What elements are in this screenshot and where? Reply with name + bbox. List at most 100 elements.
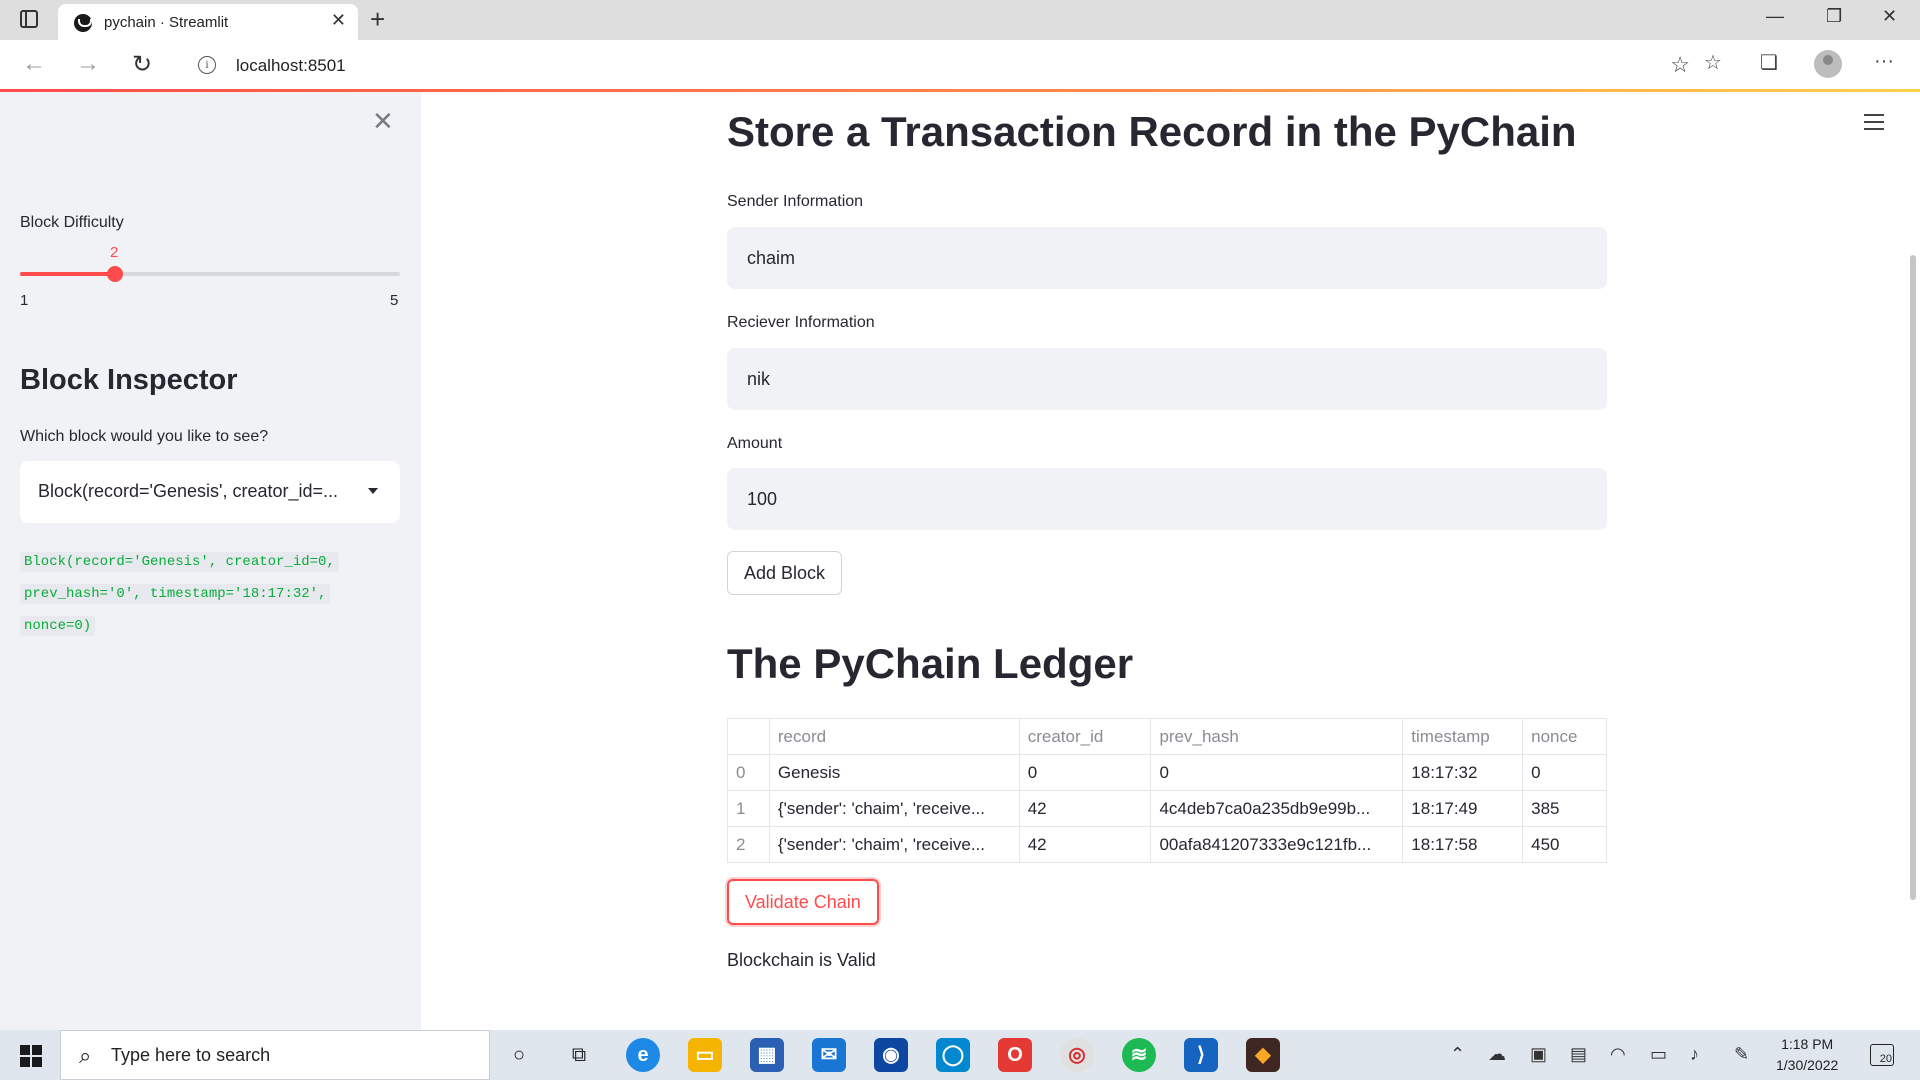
column-header[interactable]: record: [768, 718, 1020, 755]
battery-icon[interactable]: ▭: [1650, 1044, 1667, 1065]
column-header[interactable]: timestamp: [1402, 718, 1524, 755]
block-select[interactable]: Block(record='Genesis', creator_id=...: [20, 461, 400, 523]
block-select-value: Block(record='Genesis', creator_id=...: [38, 481, 339, 501]
cell-record[interactable]: {'sender': 'chaim', 'receive...: [768, 790, 1020, 827]
column-header[interactable]: prev_hash: [1150, 718, 1404, 755]
add-block-button[interactable]: Add Block: [727, 551, 843, 595]
slider-max-label: 5: [390, 292, 399, 309]
vscode-icon[interactable]: ⟩: [1184, 1038, 1218, 1072]
streamlit-favicon-icon: [74, 14, 92, 32]
window-close-icon[interactable]: ✕: [1882, 6, 1897, 27]
store-icon[interactable]: ▦: [750, 1038, 784, 1072]
windows-taskbar: ⌕ Type here to search ○ ⧉ e ▭ ▦ ✉ ◉ ◯ O …: [0, 1030, 1920, 1080]
pen-icon[interactable]: ✎: [1734, 1044, 1749, 1065]
column-header[interactable]: creator_id: [1018, 718, 1152, 755]
sidebar-close-icon[interactable]: ✕: [372, 106, 394, 137]
zoom-icon[interactable]: ◯: [936, 1038, 970, 1072]
system-clock[interactable]: 1:18 PM 1/30/2022: [1776, 1034, 1838, 1076]
page-scrollbar[interactable]: [1910, 255, 1916, 900]
onedrive-icon[interactable]: ☁: [1488, 1044, 1506, 1065]
hamburger-menu-icon[interactable]: [1864, 114, 1884, 135]
cell-prev-hash[interactable]: 0: [1150, 754, 1404, 791]
app-icon[interactable]: ◉: [874, 1038, 908, 1072]
slider-min-label: 1: [20, 292, 29, 309]
block-code-output: Block(record='Genesis', creator_id=0, pr…: [20, 546, 390, 642]
cell-creator-id[interactable]: 42: [1018, 790, 1152, 827]
table-header-row: record creator_id prev_hash timestamp no…: [727, 718, 1607, 755]
cell-creator-id[interactable]: 42: [1018, 826, 1152, 863]
volume-icon[interactable]: ♪: [1690, 1044, 1699, 1065]
column-header[interactable]: nonce: [1522, 718, 1607, 755]
cell-prev-hash[interactable]: 00afa841207333e9c121fb...: [1150, 826, 1404, 863]
code-line: prev_hash='0', timestamp='18:17:32',: [20, 584, 331, 604]
amount-input[interactable]: [727, 468, 1607, 530]
url-field[interactable]: i localhost:8501 ☆: [180, 46, 1700, 84]
table-row: 1 {'sender': 'chaim', 'receive... 42 4c4…: [727, 790, 1607, 827]
browser-tab[interactable]: pychain · Streamlit ✕: [58, 4, 358, 40]
slider-thumb[interactable]: [107, 266, 123, 282]
notification-count: 20: [1879, 1053, 1892, 1065]
wifi-icon[interactable]: ◠: [1610, 1044, 1626, 1065]
new-tab-icon[interactable]: +: [370, 4, 385, 35]
cell-nonce[interactable]: 385: [1522, 790, 1607, 827]
meet-now-icon[interactable]: ▣: [1530, 1044, 1547, 1065]
notification-center-icon[interactable]: 20: [1870, 1044, 1894, 1066]
taskbar-search[interactable]: ⌕ Type here to search: [60, 1030, 490, 1080]
row-index: 1: [727, 790, 770, 827]
cortana-icon[interactable]: ○: [502, 1038, 536, 1072]
office-icon[interactable]: O: [998, 1038, 1032, 1072]
add-favorite-icon[interactable]: ☆: [1670, 52, 1690, 78]
task-view-icon[interactable]: ⧉: [562, 1038, 596, 1072]
chevron-up-icon[interactable]: ⌃: [1450, 1044, 1465, 1065]
clock-time: 1:18 PM: [1781, 1036, 1834, 1052]
column-header[interactable]: [727, 718, 770, 755]
search-icon: ⌕: [79, 1043, 92, 1068]
url-text: localhost:8501: [236, 56, 346, 75]
minimize-icon[interactable]: —: [1766, 6, 1784, 27]
row-index: 2: [727, 826, 770, 863]
validate-chain-button[interactable]: Validate Chain: [727, 879, 879, 925]
slider-current-value: 2: [110, 244, 119, 261]
refresh-icon[interactable]: ↻: [132, 50, 152, 79]
edge-icon[interactable]: e: [626, 1038, 660, 1072]
row-index: 0: [727, 754, 770, 791]
display-icon[interactable]: ▤: [1570, 1044, 1587, 1065]
more-options-icon[interactable]: ···: [1874, 50, 1894, 73]
cell-timestamp[interactable]: 18:17:58: [1402, 826, 1524, 863]
difficulty-slider[interactable]: [20, 266, 400, 282]
cell-nonce[interactable]: 450: [1522, 826, 1607, 863]
file-explorer-icon[interactable]: ▭: [688, 1038, 722, 1072]
tab-actions-icon[interactable]: [20, 10, 38, 28]
favorites-icon[interactable]: ☆: [1704, 50, 1722, 75]
cell-nonce[interactable]: 0: [1522, 754, 1607, 791]
chrome-icon[interactable]: ◎: [1060, 1038, 1094, 1072]
cell-creator-id[interactable]: 0: [1018, 754, 1152, 791]
cell-prev-hash[interactable]: 4c4deb7ca0a235db9e99b...: [1150, 790, 1404, 827]
back-icon[interactable]: ←: [22, 50, 46, 78]
tab-close-icon[interactable]: ✕: [331, 10, 346, 31]
sender-input[interactable]: [727, 227, 1607, 289]
cell-record[interactable]: Genesis: [768, 754, 1020, 791]
collections-icon[interactable]: ❏: [1760, 50, 1778, 75]
amount-label: Amount: [727, 435, 783, 452]
site-info-icon[interactable]: i: [198, 56, 216, 74]
cell-timestamp[interactable]: 18:17:49: [1402, 790, 1524, 827]
windows-start-icon[interactable]: [20, 1045, 42, 1067]
mail-icon[interactable]: ✉: [812, 1038, 846, 1072]
code-line: Block(record='Genesis', creator_id=0,: [20, 552, 339, 572]
address-bar: ← → ↻ i localhost:8501 ☆: [0, 40, 1920, 90]
cell-timestamp[interactable]: 18:17:32: [1402, 754, 1524, 791]
cell-record[interactable]: {'sender': 'chaim', 'receive...: [768, 826, 1020, 863]
slider-label: Block Difficulty: [20, 214, 124, 231]
receiver-input[interactable]: [727, 348, 1607, 410]
spotify-icon[interactable]: ≋: [1122, 1038, 1156, 1072]
slider-fill: [20, 272, 115, 276]
profile-avatar[interactable]: [1814, 50, 1842, 78]
block-select-label: Which block would you like to see?: [20, 428, 269, 445]
forward-icon[interactable]: →: [76, 50, 100, 78]
package-app-icon[interactable]: ◆: [1246, 1038, 1280, 1072]
page-title: Store a Transaction Record in the PyChai…: [727, 108, 1577, 155]
restore-icon[interactable]: ❐: [1826, 6, 1842, 27]
search-placeholder: Type here to search: [111, 1045, 271, 1065]
ledger-table: record creator_id prev_hash timestamp no…: [727, 718, 1607, 863]
